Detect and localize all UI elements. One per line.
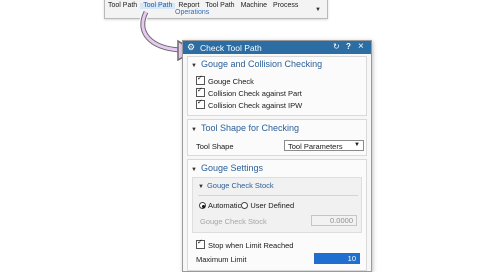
ribbon-tab[interactable]: Machine <box>238 2 270 9</box>
section-header-tool-shape[interactable]: ▼ Tool Shape for Checking <box>191 123 299 133</box>
tool-shape-label: Tool Shape <box>196 142 234 151</box>
user-defined-radio-option[interactable]: User Defined <box>241 201 294 210</box>
section-header-gouge-collision[interactable]: ▼ Gouge and Collision Checking <box>191 59 322 69</box>
checkmark-icon: ✓ <box>197 99 203 106</box>
checkbox-label: Collision Check against IPW <box>208 101 303 110</box>
section-title: Tool Shape for Checking <box>201 123 300 133</box>
dialog-title: Check Tool Path <box>200 43 262 53</box>
maximum-limit-input[interactable]: 10 <box>314 253 360 264</box>
help-icon[interactable]: ? <box>346 42 351 51</box>
checkmark-icon: ✓ <box>197 87 203 94</box>
automatic-radio-option[interactable]: Automatic <box>199 201 241 210</box>
collision-ipw-checkbox[interactable]: ✓ <box>196 99 205 109</box>
gouge-check-stock-group: ▼ Gouge Check Stock Automatic User Defined… <box>192 177 362 233</box>
radio-label: Automatic <box>208 201 242 210</box>
stock-mode-radio-group: Automatic User Defined <box>199 201 294 210</box>
subsection-title: Gouge Check Stock <box>206 181 274 190</box>
ribbon-tab-active[interactable]: Tool Path <box>140 2 176 9</box>
chevron-down-icon[interactable]: ▼ <box>315 7 321 13</box>
radio-label: User Defined <box>250 201 295 210</box>
automatic-radio[interactable] <box>199 202 206 209</box>
dialog-titlebar[interactable]: ⚙ Check Tool Path ↻ ? × <box>183 41 371 54</box>
collision-part-checkbox[interactable]: ✓ <box>196 87 205 97</box>
chevron-down-icon: ▼ <box>198 184 204 190</box>
chevron-down-icon: ▼ <box>191 127 197 133</box>
gouge-check-option[interactable]: ✓ Gouge Check <box>196 75 254 86</box>
close-icon[interactable]: × <box>358 41 364 52</box>
section-header-gouge-settings[interactable]: ▼ Gouge Settings <box>191 163 263 173</box>
check-tool-path-dialog: ⚙ Check Tool Path ↻ ? × ▼ Gouge and Colli… <box>182 40 372 272</box>
section-title: Gouge Settings <box>201 163 264 173</box>
chevron-down-icon: ▼ <box>191 167 197 173</box>
collision-part-option[interactable]: ✓ Collision Check against Part <box>196 87 302 98</box>
collision-ipw-option[interactable]: ✓ Collision Check against IPW <box>196 99 303 110</box>
stop-when-limit-option[interactable]: ✓ Stop when Limit Reached <box>196 239 294 250</box>
subsection-header-gouge-check-stock[interactable]: ▼ Gouge Check Stock <box>198 181 274 190</box>
gear-icon[interactable]: ⚙ <box>187 42 195 53</box>
gouge-check-stock-input[interactable]: 0.0000 <box>311 215 357 226</box>
tool-shape-panel: ▼ Tool Shape for Checking Tool Shape Tool… <box>187 119 367 156</box>
checkbox-label: Collision Check against Part <box>208 89 302 98</box>
chevron-down-icon: ▼ <box>354 142 360 148</box>
section-title: Gouge and Collision Checking <box>201 59 323 69</box>
chevron-down-icon: ▼ <box>191 63 197 69</box>
user-defined-radio[interactable] <box>241 202 249 209</box>
checkmark-icon: ✓ <box>197 75 203 82</box>
gouge-check-checkbox[interactable]: ✓ <box>196 75 205 85</box>
checkbox-label: Gouge Check <box>208 77 254 86</box>
checkbox-label: Stop when Limit Reached <box>208 241 294 250</box>
divider <box>198 195 358 196</box>
ribbon-tab[interactable]: Process <box>270 2 301 9</box>
checkmark-icon: ✓ <box>197 239 203 246</box>
reset-icon[interactable]: ↻ <box>333 42 340 51</box>
tool-shape-select[interactable]: Tool Parameters ▼ <box>284 140 364 151</box>
gouge-check-stock-label: Gouge Check Stock <box>200 217 267 226</box>
gouge-settings-panel: ▼ Gouge Settings ▼ Gouge Check Stock Autom… <box>187 159 367 271</box>
gouge-collision-panel: ▼ Gouge and Collision Checking ✓ Gouge Che… <box>187 56 367 116</box>
select-value: Tool Parameters <box>288 142 343 151</box>
ribbon-tab[interactable]: Tool Path <box>105 2 140 9</box>
maximum-limit-label: Maximum Limit <box>196 255 247 264</box>
stop-when-limit-checkbox[interactable]: ✓ <box>196 239 205 249</box>
